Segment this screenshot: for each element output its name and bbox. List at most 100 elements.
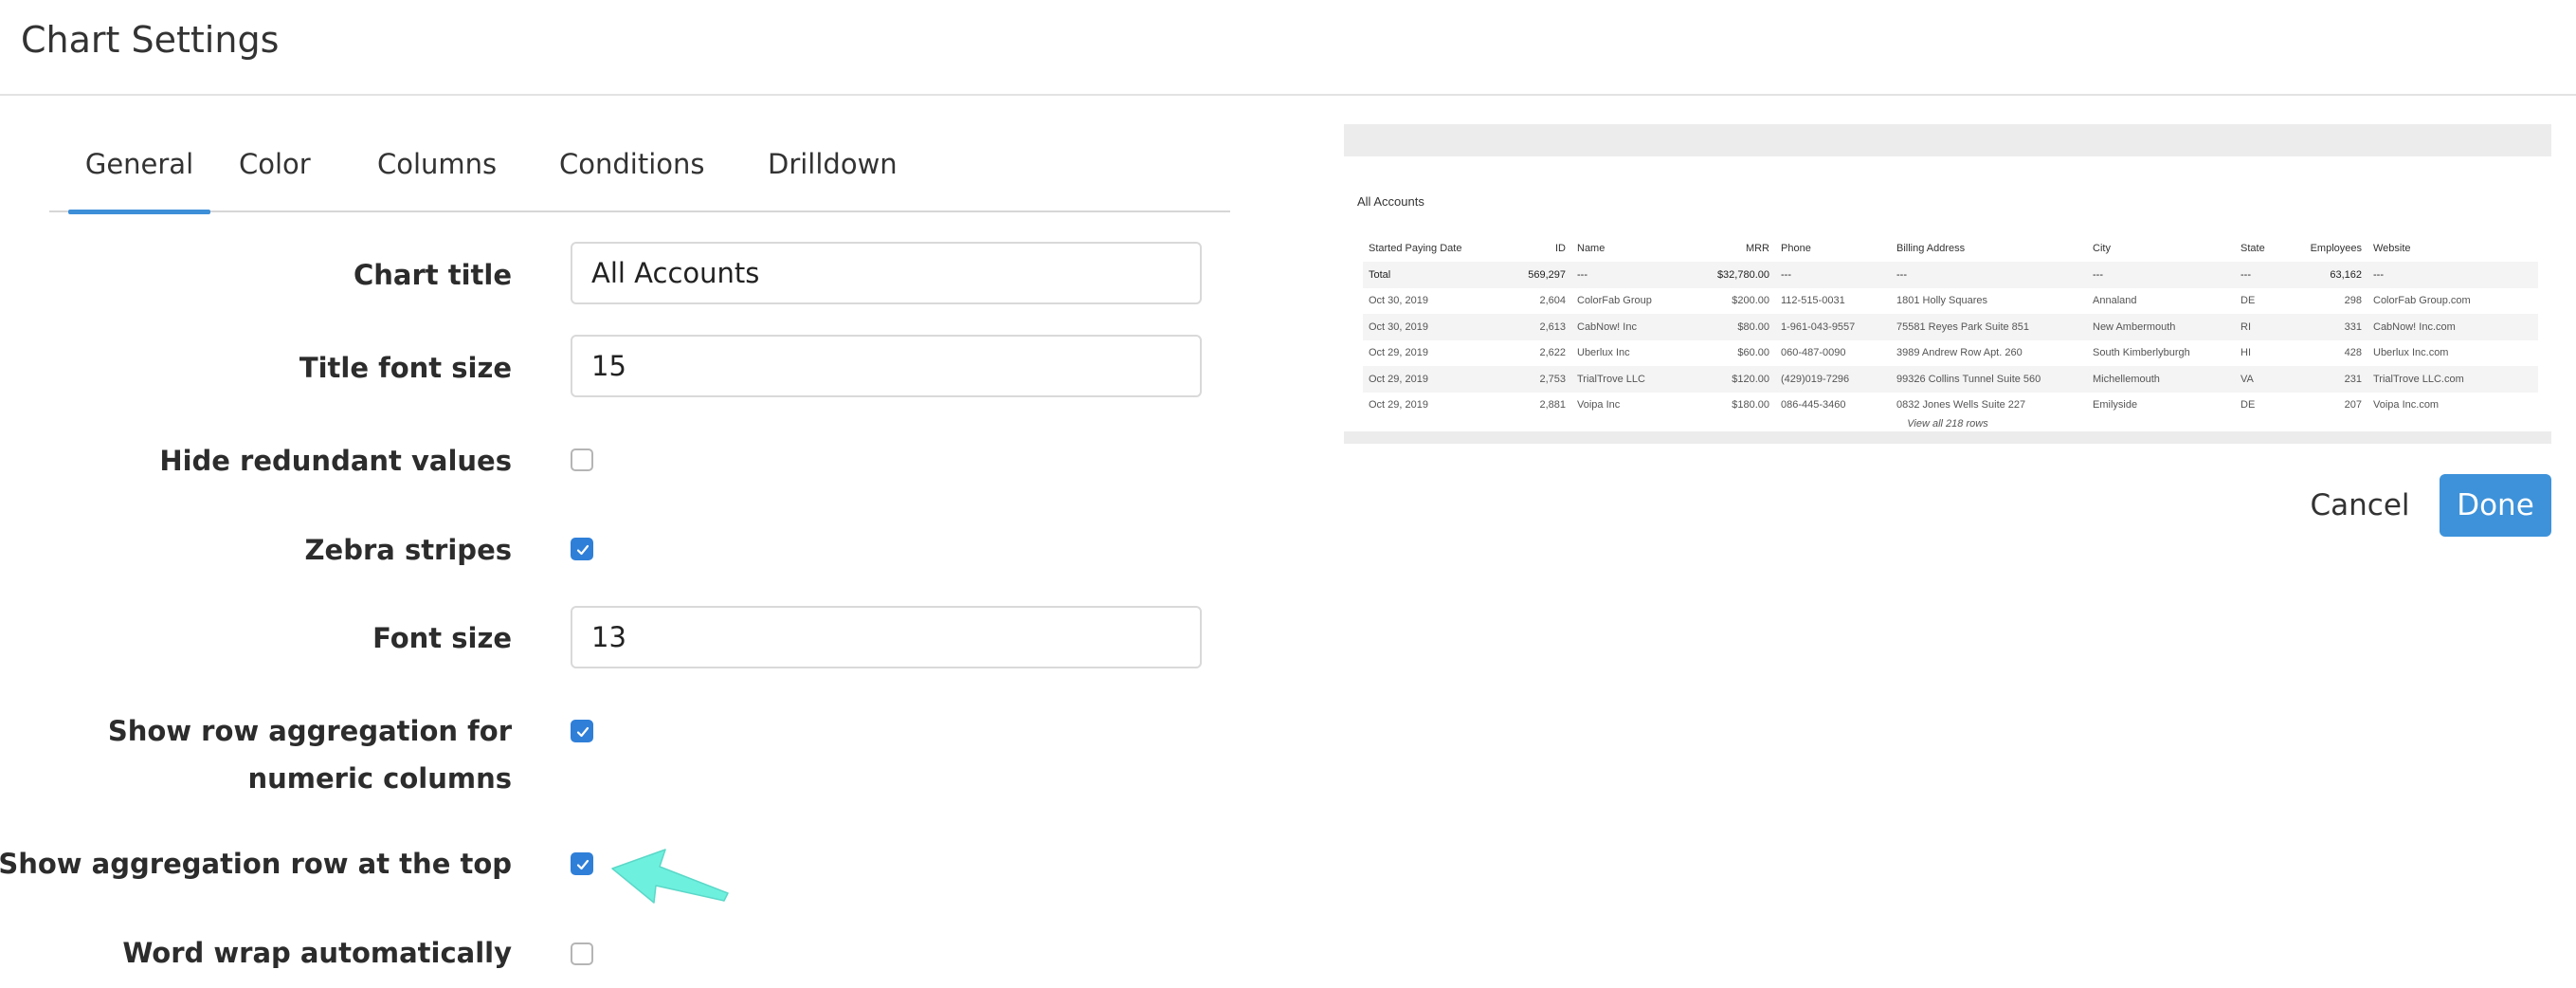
word-wrap-label: Word wrap automatically bbox=[122, 937, 512, 969]
table-cell: 086-445-3460 bbox=[1781, 399, 1846, 412]
hide-redundant-label: Hide redundant values bbox=[159, 445, 512, 477]
zebra-stripes-checkbox[interactable] bbox=[571, 538, 593, 560]
table-cell: $32,780.00 bbox=[1704, 262, 1775, 288]
cancel-button[interactable]: Cancel bbox=[2303, 474, 2417, 537]
table-cell: $180.00 bbox=[1732, 399, 1769, 412]
table-cell: Annaland bbox=[2093, 295, 2137, 307]
header: Chart Settings bbox=[0, 0, 2576, 96]
hide-redundant-checkbox[interactable] bbox=[571, 448, 593, 471]
table-cell: Oct 30, 2019 bbox=[1369, 295, 1428, 307]
column-header: Started Paying Date bbox=[1369, 243, 1462, 254]
tab-conditions[interactable]: Conditions bbox=[559, 148, 705, 212]
column-header: MRR bbox=[1745, 243, 1769, 254]
agg-row-top-checkbox[interactable] bbox=[571, 852, 593, 875]
table-row: Oct 30, 2019 2,604 ColorFab Group $200.0… bbox=[1363, 288, 2538, 315]
table-cell: 331 bbox=[2290, 314, 2367, 340]
view-all-rows-link[interactable]: View all 218 rows bbox=[1344, 418, 2551, 430]
font-size-input[interactable]: 13 bbox=[571, 606, 1202, 668]
tab-drilldown-label: Drilldown bbox=[768, 148, 898, 180]
title-font-size-label: Title font size bbox=[299, 352, 512, 384]
table-cell: 060-487-0090 bbox=[1781, 347, 1846, 359]
table-cell: 112-515-0031 bbox=[1781, 295, 1845, 307]
table-cell: 1801 Holly Squares bbox=[1896, 295, 1988, 307]
tab-columns[interactable]: Columns bbox=[377, 148, 497, 212]
page-title: Chart Settings bbox=[21, 19, 280, 61]
table-cell: CabNow! Inc bbox=[1571, 314, 1704, 340]
table-cell: Emilyside bbox=[2093, 399, 2138, 412]
done-button[interactable]: Done bbox=[2440, 474, 2551, 537]
table-cell: CabNow! Inc.com bbox=[2367, 314, 2538, 340]
table-cell: Uberlux Inc bbox=[1577, 347, 1630, 359]
column-header: Phone bbox=[1781, 243, 1811, 254]
preview-panel: All Accounts Started Paying Date ID Name… bbox=[1344, 156, 2551, 431]
table-cell: 2,753 bbox=[1505, 366, 1571, 393]
preview-title: All Accounts bbox=[1357, 194, 1424, 209]
column-header: Website bbox=[2373, 243, 2411, 254]
chart-settings-page: Chart Settings General Color Columns Con… bbox=[0, 0, 2576, 988]
tab-general-label: General bbox=[84, 148, 194, 180]
table-cell: 2,604 bbox=[1539, 295, 1566, 307]
table-cell: $200.00 bbox=[1732, 295, 1769, 307]
tab-conditions-label: Conditions bbox=[559, 148, 705, 180]
table-cell: Uberlux Inc.com bbox=[2373, 347, 2449, 359]
row-aggregation-checkbox[interactable] bbox=[571, 720, 593, 742]
table-cell: --- bbox=[2235, 262, 2290, 288]
table-cell: (429)019-7296 bbox=[1775, 366, 1891, 393]
table-cell: DE bbox=[2240, 399, 2256, 412]
agg-row-top-label: Show aggregation row at the top bbox=[0, 848, 512, 880]
chart-preview: All Accounts Started Paying Date ID Name… bbox=[1344, 124, 2551, 444]
table-cell: 0832 Jones Wells Suite 227 bbox=[1896, 399, 2026, 412]
table-cell: Oct 30, 2019 bbox=[1363, 314, 1505, 340]
table-row: Oct 29, 2019 2,753 TrialTrove LLC $120.0… bbox=[1363, 366, 2538, 393]
preview-table: Started Paying Date ID Name MRR Phone Bi… bbox=[1363, 235, 2538, 418]
table-cell: DE bbox=[2240, 295, 2256, 307]
column-header: City bbox=[2093, 243, 2111, 254]
table-cell: 428 bbox=[2344, 347, 2362, 359]
column-header: Name bbox=[1577, 243, 1605, 254]
table-cell: $60.00 bbox=[1737, 347, 1769, 359]
font-size-label: Font size bbox=[372, 622, 512, 654]
table-cell: New Ambermouth bbox=[2087, 314, 2235, 340]
table-cell: $80.00 bbox=[1704, 314, 1775, 340]
table-cell: 569,297 bbox=[1505, 262, 1571, 288]
check-icon bbox=[576, 544, 590, 556]
table-header-row: Started Paying Date ID Name MRR Phone Bi… bbox=[1363, 235, 2538, 262]
table-cell: --- bbox=[1775, 262, 1891, 288]
table-cell: ColorFab Group.com bbox=[2373, 295, 2471, 307]
table-cell: Oct 29, 2019 bbox=[1369, 399, 1428, 412]
table-cell: TrialTrove LLC bbox=[1571, 366, 1704, 393]
table-row: Oct 29, 2019 2,881 Voipa Inc $180.00 086… bbox=[1363, 393, 2538, 419]
tab-general[interactable]: General bbox=[68, 148, 210, 214]
zebra-stripes-label: Zebra stripes bbox=[304, 534, 512, 566]
table-cell: HI bbox=[2240, 347, 2251, 359]
tab-color[interactable]: Color bbox=[239, 148, 311, 212]
tab-color-label: Color bbox=[239, 148, 311, 180]
tab-columns-label: Columns bbox=[377, 148, 498, 180]
table-cell: 99326 Collins Tunnel Suite 560 bbox=[1891, 366, 2087, 393]
table-cell: VA bbox=[2235, 366, 2290, 393]
table-cell: 1-961-043-9557 bbox=[1775, 314, 1891, 340]
total-row: Total 569,297 --- $32,780.00 --- --- ---… bbox=[1363, 262, 2538, 288]
table-cell: Oct 29, 2019 bbox=[1369, 347, 1428, 359]
table-row: Oct 29, 2019 2,622 Uberlux Inc $60.00 06… bbox=[1363, 340, 2538, 367]
table-cell: ColorFab Group bbox=[1577, 295, 1652, 307]
check-icon bbox=[576, 859, 590, 870]
table-cell: RI bbox=[2235, 314, 2290, 340]
column-header: ID bbox=[1555, 243, 1566, 254]
table-cell: 2,622 bbox=[1539, 347, 1566, 359]
table-cell: --- bbox=[2367, 262, 2538, 288]
tab-drilldown[interactable]: Drilldown bbox=[768, 148, 898, 212]
row-aggregation-label-line1: Show row aggregation for bbox=[107, 715, 512, 747]
table-row: Oct 30, 2019 2,613 CabNow! Inc $80.00 1-… bbox=[1363, 314, 2538, 340]
title-font-size-input[interactable]: 15 bbox=[571, 335, 1202, 397]
table-cell: South Kimberlyburgh bbox=[2093, 347, 2190, 359]
table-cell: $120.00 bbox=[1704, 366, 1775, 393]
table-cell: 231 bbox=[2290, 366, 2367, 393]
chart-title-input[interactable]: All Accounts bbox=[571, 242, 1202, 304]
table-cell: 2,881 bbox=[1539, 399, 1566, 412]
settings-tabs: General Color Columns Conditions Drilldo… bbox=[49, 133, 1230, 214]
table-cell: 63,162 bbox=[2290, 262, 2367, 288]
table-cell: --- bbox=[1571, 262, 1704, 288]
word-wrap-checkbox[interactable] bbox=[571, 942, 593, 965]
table-cell: Total bbox=[1363, 262, 1505, 288]
